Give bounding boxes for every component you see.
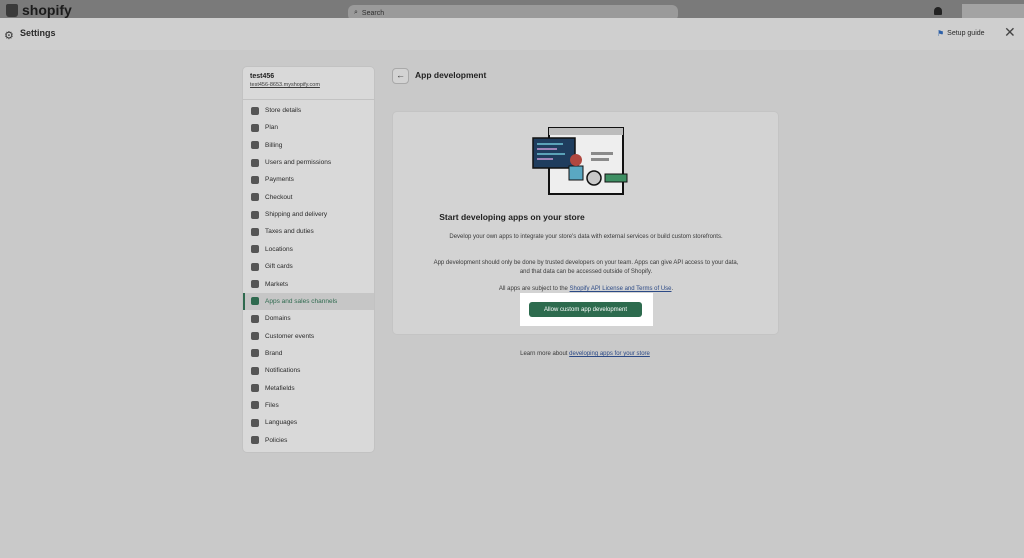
flag-icon: ⚑: [937, 29, 945, 38]
allow-custom-app-development-button[interactable]: Allow custom app development: [529, 302, 642, 317]
terms-prefix: All apps are subject to the: [498, 286, 568, 292]
sidebar-item-label: Apps and sales channels: [265, 297, 338, 305]
terms-suffix: .: [671, 286, 674, 292]
sidebar-item-domains[interactable]: Domains: [243, 310, 374, 327]
close-icon[interactable]: ✕: [1004, 24, 1016, 41]
settings-header: ⚙ Settings ⚑ Setup guide ✕: [0, 18, 1024, 50]
payments-icon: [251, 175, 259, 184]
terms-link[interactable]: Shopify API License and Terms of Use: [570, 286, 672, 292]
sidebar-item-label: Store details: [265, 107, 302, 114]
card-heading: Start developing apps on your store: [439, 212, 585, 222]
sidebar-item-label: Locations: [265, 245, 293, 253]
back-button[interactable]: ←: [392, 68, 409, 84]
sidebar-item-taxes-and-duties[interactable]: Taxes and duties: [243, 223, 374, 240]
sidebar-item-label: Notifications: [265, 367, 301, 375]
sidebar-item-label: Languages: [265, 419, 298, 427]
customer-events-icon: [251, 332, 259, 341]
policies-icon: [251, 436, 259, 445]
store-name: test456: [250, 73, 275, 80]
sidebar-item-label: Customer events: [265, 332, 315, 340]
sidebar-item-store-details[interactable]: Store details: [243, 102, 374, 119]
sidebar-item-locations[interactable]: Locations: [243, 241, 374, 258]
sidebar-item-files[interactable]: Files: [243, 397, 374, 414]
setup-guide-label: Setup guide: [947, 30, 985, 37]
plan-icon: [251, 123, 259, 132]
learn-more-link[interactable]: developing apps for your store: [569, 351, 650, 357]
bell-icon[interactable]: [934, 7, 942, 15]
sidebar-item-label: Users and permissions: [265, 159, 332, 167]
sidebar-item-label: Policies: [265, 436, 288, 444]
billing-icon: [251, 141, 259, 150]
files-icon: [251, 401, 259, 410]
store-info: test456 test456-8653.myshopify.com: [243, 67, 374, 100]
sidebar-item-policies[interactable]: Policies: [243, 432, 374, 449]
gear-icon: ⚙: [4, 30, 14, 42]
account-menu[interactable]: [962, 4, 1024, 18]
sidebar-item-label: Plan: [265, 124, 279, 132]
markets-icon: [251, 280, 259, 288]
sidebar-item-markets[interactable]: Markets: [243, 276, 374, 293]
sidebar-item-metafields[interactable]: Metafields: [243, 380, 374, 397]
search-input[interactable]: ⌕ Search: [348, 5, 678, 18]
store-icon: [251, 106, 259, 115]
languages-icon: [251, 418, 259, 427]
card-paragraph-1: Develop your own apps to integrate your …: [449, 234, 723, 240]
search-icon: ⌕: [354, 9, 358, 16]
page-title: App development: [415, 70, 487, 80]
domains-icon: [251, 314, 259, 323]
learn-more-prefix: Learn more about: [520, 351, 568, 357]
sidebar-item-gift-cards[interactable]: Gift cards: [243, 258, 374, 275]
sidebar-item-languages[interactable]: Languages: [243, 414, 374, 431]
shopify-logo[interactable]: shopify: [6, 2, 72, 18]
setup-guide-button[interactable]: ⚑ Setup guide: [937, 29, 985, 38]
sidebar-item-label: Files: [265, 401, 279, 409]
sidebar-item-label: Taxes and duties: [265, 228, 314, 236]
sidebar-item-label: Domains: [265, 315, 291, 323]
sidebar-item-payments[interactable]: Payments: [243, 171, 374, 188]
taxes-icon: [251, 227, 259, 236]
apps-icon: [251, 297, 259, 306]
sidebar-item-label: Markets: [265, 280, 289, 288]
sidebar-item-label: Metafields: [265, 384, 295, 392]
search-placeholder: Search: [361, 9, 385, 17]
sidebar-item-customer-events[interactable]: Customer events: [243, 328, 374, 345]
sidebar-item-billing[interactable]: Billing: [243, 137, 374, 154]
store-url[interactable]: test456-8653.myshopify.com: [250, 82, 374, 88]
metafields-icon: [251, 384, 259, 393]
sidebar-item-apps-and-sales-channels[interactable]: Apps and sales channels: [243, 292, 374, 310]
users-icon: [251, 158, 259, 167]
arrow-left-icon: ←: [396, 70, 405, 80]
checkout-icon: [251, 193, 259, 202]
sidebar-item-label: Gift cards: [265, 263, 293, 271]
sidebar-item-plan[interactable]: Plan: [243, 119, 374, 136]
card-paragraph-2: App development should only be done by t…: [433, 260, 739, 275]
gift-card-icon: [251, 262, 259, 271]
sidebar-item-label: Checkout: [265, 193, 293, 201]
sidebar-item-label: Billing: [265, 141, 283, 149]
top-bar: shopify ⌕ Search: [0, 0, 1024, 18]
brand-name: shopify: [22, 2, 72, 18]
learn-more-line: Learn more about developing apps for you…: [0, 351, 1024, 357]
settings-sidebar: test456 test456-8653.myshopify.com Store…: [242, 66, 375, 453]
shopify-bag-icon: [6, 3, 18, 17]
sidebar-item-notifications[interactable]: Notifications: [243, 362, 374, 379]
settings-title: Settings: [20, 28, 56, 38]
sidebar-item-users-and-permissions[interactable]: Users and permissions: [243, 154, 374, 171]
notifications-icon: [251, 366, 259, 375]
sidebar-item-checkout[interactable]: Checkout: [243, 189, 374, 206]
app-development-illustration: [532, 127, 628, 195]
location-icon: [251, 245, 259, 254]
sidebar-item-label: Payments: [265, 176, 294, 184]
